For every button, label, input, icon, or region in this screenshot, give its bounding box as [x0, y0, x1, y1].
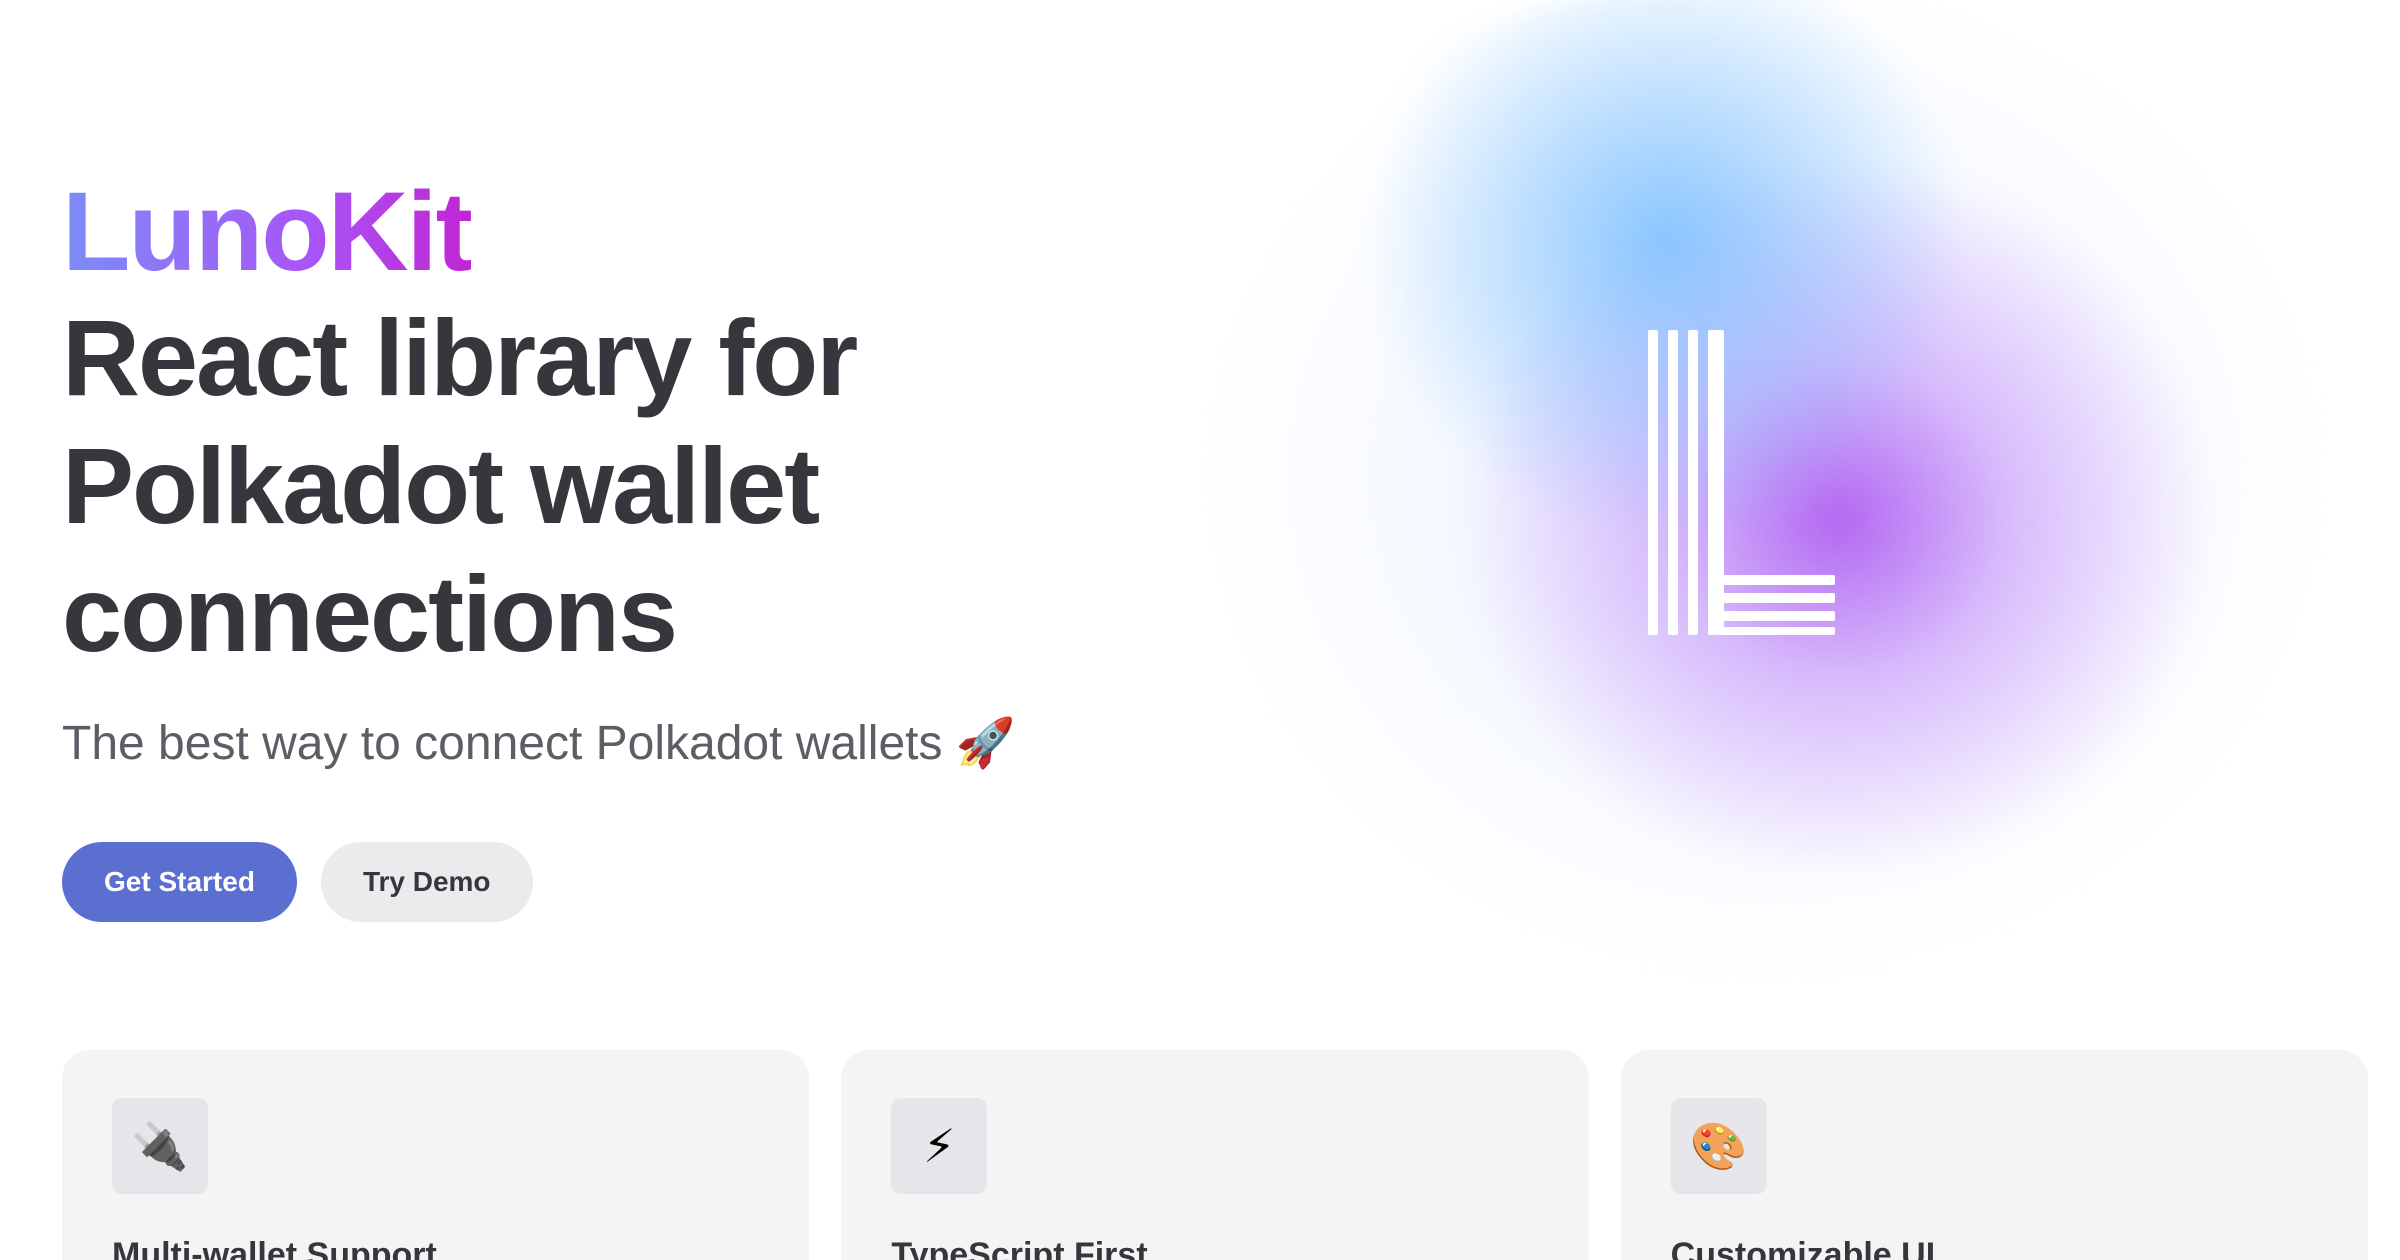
feature-title: Multi-wallet Support — [112, 1236, 437, 1260]
lunokit-logo-icon — [1648, 330, 1835, 635]
hero-section: LunoKit React library for Polkadot walle… — [62, 170, 1162, 774]
features-grid: 🔌 Multi-wallet Support ⚡ TypeScript Firs… — [62, 1050, 2368, 1260]
hero-tagline: The best way to connect Polkadot wallets… — [62, 717, 1016, 770]
get-started-button[interactable]: Get Started — [62, 842, 297, 922]
brand-title: LunoKit — [62, 169, 473, 294]
plug-icon: 🔌 — [112, 1098, 208, 1194]
feature-title: Customizable UI — [1670, 1236, 1936, 1260]
try-demo-button[interactable]: Try Demo — [320, 842, 533, 922]
feature-card-typescript: ⚡ TypeScript First — [841, 1050, 1589, 1260]
feature-title: TypeScript First — [891, 1236, 1148, 1260]
landing-page: LunoKit React library for Polkadot walle… — [0, 0, 2400, 1260]
palette-icon: 🎨 — [1670, 1098, 1767, 1194]
feature-card-customizable: 🎨 Customizable UI — [1620, 1050, 2368, 1260]
hero-actions: Get Started Try Demo — [62, 842, 533, 922]
feature-card-multi-wallet: 🔌 Multi-wallet Support — [62, 1050, 810, 1260]
hero-headline: React library for Polkadot wallet connec… — [62, 297, 858, 674]
lightning-icon: ⚡ — [891, 1098, 988, 1194]
